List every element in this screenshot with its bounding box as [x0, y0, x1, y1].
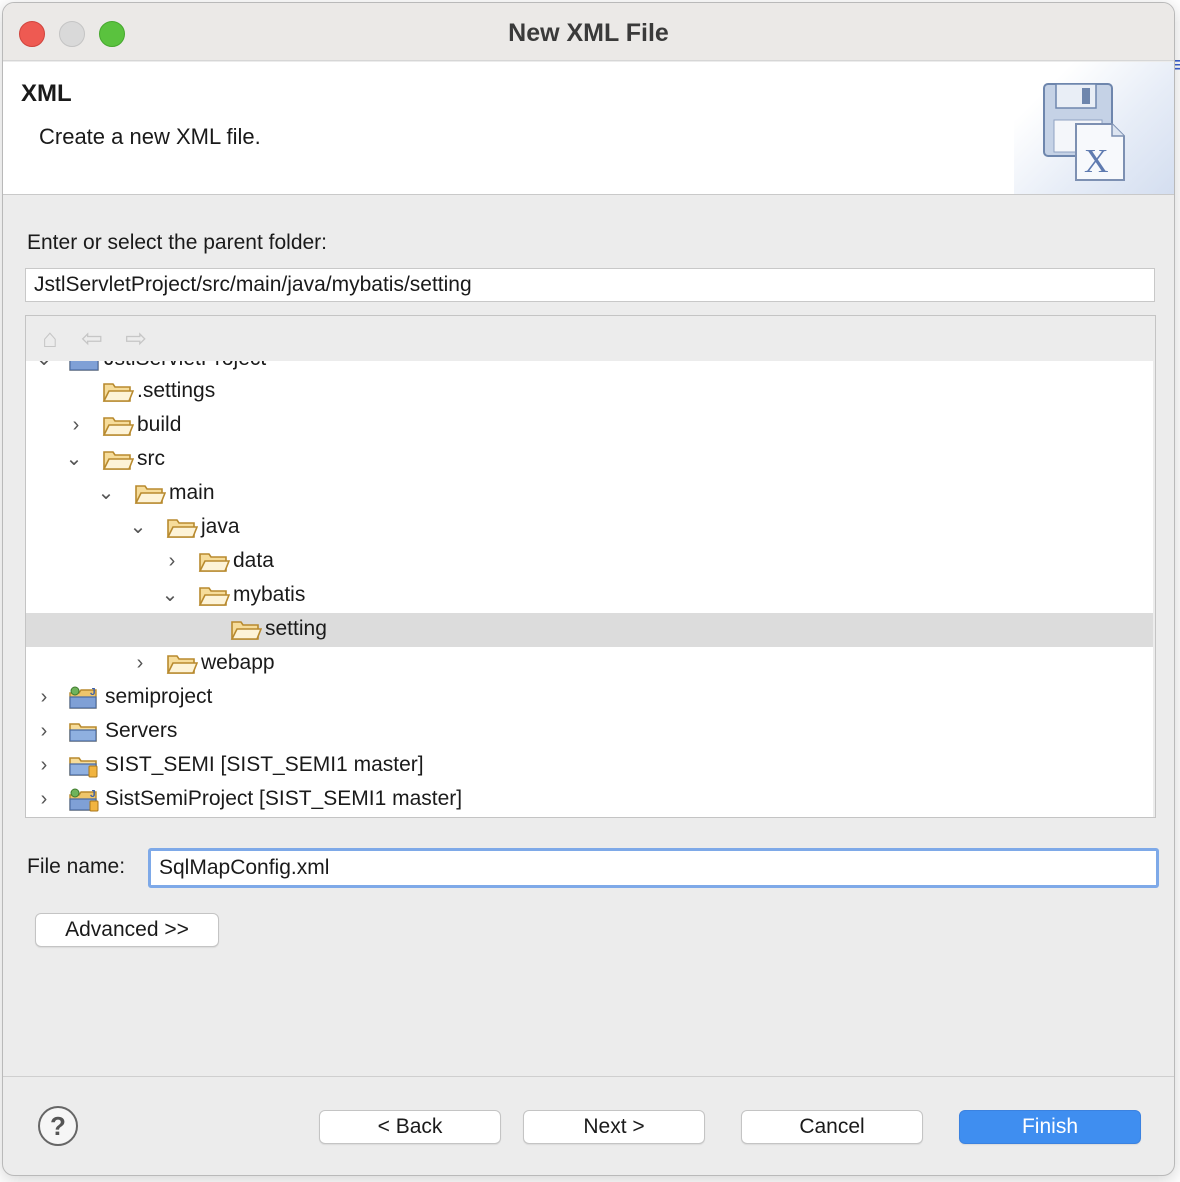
- tree-item-label: semiproject: [105, 685, 213, 708]
- java-project-icon: J: [69, 686, 97, 709]
- folder-tree: ⌂ ⇦ ⇨ ⌄ JstlServletProject .settings: [25, 315, 1156, 818]
- folder-icon: [230, 621, 262, 640]
- help-icon[interactable]: ?: [38, 1106, 78, 1146]
- parent-folder-input[interactable]: JstlServletProject/src/main/java/mybatis…: [25, 268, 1155, 302]
- xml-file-icon: X: [1043, 83, 1125, 181]
- tree-item-label: data: [233, 549, 274, 572]
- wizard-header: XML Create a new XML file. X: [3, 62, 1174, 195]
- tree-item-label: Servers: [105, 719, 178, 742]
- tree-item[interactable]: .settings: [26, 375, 1153, 409]
- wizard-banner: X: [1014, 62, 1174, 194]
- tree-item[interactable]: ⌄ src: [26, 443, 1153, 477]
- advanced-button[interactable]: Advanced >>: [35, 913, 219, 947]
- chevron-right-icon[interactable]: ›: [34, 753, 54, 777]
- tree-item-label: JstlServletProject: [104, 361, 266, 371]
- tree-item[interactable]: › webapp: [26, 647, 1153, 681]
- file-name-input[interactable]: SqlMapConfig.xml: [148, 848, 1159, 888]
- chevron-right-icon[interactable]: ›: [34, 719, 54, 743]
- folder-icon: [166, 655, 198, 674]
- chevron-down-icon[interactable]: ⌄: [34, 361, 54, 371]
- window-title: New XML File: [508, 19, 669, 47]
- chevron-right-icon[interactable]: ›: [66, 413, 86, 437]
- home-icon[interactable]: ⌂: [36, 324, 64, 352]
- back-button[interactable]: < Back: [319, 1110, 501, 1144]
- git-project-icon: [69, 757, 98, 778]
- new-xml-file-dialog: New XML File XML Create a new XML file. …: [2, 2, 1175, 1176]
- svg-text:J: J: [90, 789, 96, 800]
- tree-item[interactable]: ⌄ java: [26, 511, 1153, 545]
- chevron-right-icon[interactable]: ›: [130, 651, 150, 675]
- parent-folder-label: Enter or select the parent folder:: [27, 231, 327, 254]
- chevron-right-icon[interactable]: ›: [34, 787, 54, 811]
- chevron-down-icon[interactable]: ⌄: [160, 583, 180, 607]
- folder-icon: [102, 451, 134, 470]
- chevron-down-icon[interactable]: ⌄: [64, 447, 84, 471]
- tree-body: ⌄ JstlServletProject .settings ›: [26, 361, 1153, 817]
- button-bar-divider: [3, 1076, 1174, 1077]
- tree-item[interactable]: › Servers: [26, 715, 1153, 749]
- cancel-button[interactable]: Cancel: [741, 1110, 923, 1144]
- folder-icon: [102, 383, 134, 402]
- tree-item[interactable]: › J SistSemiProject [SIST_SEMI1 master]: [26, 783, 1153, 817]
- chevron-down-icon[interactable]: ⌄: [128, 515, 148, 539]
- folder-icon: [166, 519, 198, 538]
- folder-icon: [134, 485, 166, 504]
- folder-icon: [198, 553, 230, 572]
- tree-item-label: SIST_SEMI [SIST_SEMI1 master]: [105, 753, 424, 776]
- tree-item-label: src: [137, 447, 165, 470]
- chevron-down-icon[interactable]: ⌄: [96, 481, 116, 505]
- tree-item-label: main: [169, 481, 215, 504]
- svg-text:X: X: [1084, 143, 1109, 180]
- git-java-project-icon: J: [69, 788, 99, 812]
- tree-item[interactable]: ⌄ mybatis: [26, 579, 1153, 613]
- chevron-right-icon[interactable]: ›: [162, 549, 182, 573]
- tree-item-label: java: [201, 515, 240, 538]
- title-bar: New XML File: [3, 3, 1174, 61]
- tree-item-label: build: [137, 413, 182, 436]
- wizard-page-description: Create a new XML file.: [39, 124, 261, 149]
- wizard-page-title: XML: [21, 80, 72, 107]
- next-button[interactable]: Next >: [523, 1110, 705, 1144]
- tree-item-label: webapp: [201, 651, 275, 674]
- tree-item-label: .settings: [137, 379, 216, 402]
- tree-item[interactable]: › data: [26, 545, 1153, 579]
- folder-icon: [102, 417, 134, 436]
- project-folder-icon: [69, 723, 97, 742]
- chevron-right-icon[interactable]: ›: [34, 685, 54, 709]
- file-name-label: File name:: [27, 855, 126, 878]
- tree-item-label: mybatis: [233, 583, 306, 606]
- folder-icon: [198, 587, 230, 606]
- tree-item[interactable]: › J semiproject: [26, 681, 1153, 715]
- tree-toolbar: ⌂ ⇦ ⇨: [26, 316, 1155, 361]
- tree-item[interactable]: › SIST_SEMI [SIST_SEMI1 master]: [26, 749, 1153, 783]
- tree-item-selected[interactable]: setting: [26, 613, 1153, 647]
- tree-item-label: SistSemiProject [SIST_SEMI1 master]: [105, 787, 463, 810]
- forward-arrow-icon[interactable]: ⇨: [122, 324, 150, 352]
- finish-button[interactable]: Finish: [959, 1110, 1141, 1144]
- tree-item[interactable]: › build: [26, 409, 1153, 443]
- tree-item-label: setting: [265, 617, 327, 640]
- svg-text:J: J: [90, 687, 96, 698]
- back-arrow-icon[interactable]: ⇦: [78, 324, 106, 352]
- java-project-icon: [69, 361, 99, 371]
- tree-item[interactable]: ⌄ main: [26, 477, 1153, 511]
